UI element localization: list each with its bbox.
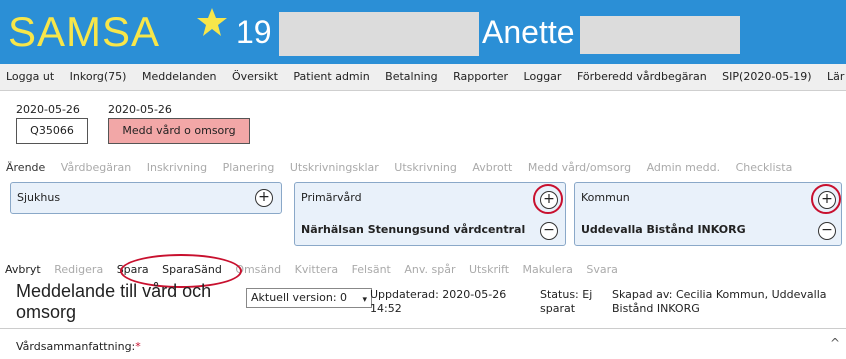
tab-arende[interactable]: Ärende	[0, 157, 51, 179]
summary-label-text: Vårdsammanfattning:	[16, 340, 136, 353]
created-by-info: Skapad av: Cecilia Kommun, Uddevalla Bis…	[612, 288, 827, 315]
tab-vardbegaran[interactable]: Vårdbegäran	[55, 157, 137, 179]
main-menu: Logga ut Inkorg(75) Meddelanden Översikt…	[0, 64, 846, 91]
kommun-panel: Kommun Uddevalla Bistånd INKORG + −	[574, 182, 842, 246]
app-logo: SAMSA	[8, 8, 161, 55]
case-id-card[interactable]: Q35066	[16, 118, 88, 144]
updated-info: Uppdaterad: 2020-05-26 14:52	[370, 288, 507, 315]
sjukhus-title: Sjukhus	[17, 191, 61, 204]
reply-button[interactable]: Svara	[581, 260, 623, 280]
void-button[interactable]: Makulera	[518, 260, 578, 280]
menu-item-rapporter[interactable]: Rapporter	[447, 64, 514, 90]
menu-item-forberedd-vardbegaran[interactable]: Förberedd vårdbegäran	[571, 64, 713, 90]
missent-button[interactable]: Felsänt	[347, 260, 396, 280]
menu-item-oversikt[interactable]: Översikt	[226, 64, 284, 90]
edit-button[interactable]: Redigera	[49, 260, 108, 280]
case-date: 2020-05-26	[16, 103, 80, 116]
version-select[interactable]: Aktuell version: 0 ▾	[246, 288, 372, 308]
star-icon[interactable]	[196, 6, 228, 38]
primarvard-title: Primärvård	[301, 191, 362, 204]
primarvard-unit: Närhälsan Stenungsund vårdcentral	[301, 223, 526, 236]
required-marker: *	[135, 340, 141, 353]
minus-circle-icon[interactable]: −	[540, 222, 558, 240]
tab-checklista[interactable]: Checklista	[730, 157, 799, 179]
kommun-title: Kommun	[581, 191, 630, 204]
tab-utskrivning[interactable]: Utskrivning	[388, 157, 463, 179]
redacted-block	[580, 16, 740, 54]
primarvard-panel: Primärvård Närhälsan Stenungsund vårdcen…	[294, 182, 566, 246]
tab-admin-medd[interactable]: Admin medd.	[641, 157, 727, 179]
user-trace-button[interactable]: Anv. spår	[399, 260, 460, 280]
version-select-value: Aktuell version: 0	[251, 291, 348, 304]
acknowledge-button[interactable]: Kvittera	[290, 260, 343, 280]
chevron-down-icon: ▾	[362, 295, 367, 305]
menu-item-logga-ut[interactable]: Logga ut	[0, 64, 60, 90]
annotation-ring	[533, 184, 563, 214]
app-header: SAMSA 19 Anette	[0, 0, 846, 64]
menu-item-meddelanden[interactable]: Meddelanden	[136, 64, 222, 90]
tab-utskrivningsklar[interactable]: Utskrivningsklar	[284, 157, 385, 179]
menu-item-patient-admin[interactable]: Patient admin	[287, 64, 375, 90]
menu-item-sip[interactable]: SIP(2020-05-19)	[716, 64, 817, 90]
divider	[0, 328, 846, 329]
annotation-ring	[811, 184, 841, 214]
sjukhus-panel: Sjukhus +	[10, 182, 282, 214]
cancel-button[interactable]: Avbryt	[0, 260, 46, 280]
case-tabs: Ärende Vårdbegäran Inskrivning Planering…	[0, 157, 846, 179]
kommun-unit: Uddevalla Bistånd INKORG	[581, 223, 746, 236]
menu-item-loggar[interactable]: Loggar	[518, 64, 568, 90]
summary-label: Vårdsammanfattning:*	[16, 340, 141, 353]
chevron-up-icon[interactable]: ^	[830, 336, 840, 350]
print-button[interactable]: Utskrift	[464, 260, 514, 280]
patient-number: 19	[236, 14, 272, 50]
redacted-block	[279, 12, 479, 56]
patient-name: Anette	[482, 14, 575, 50]
menu-item-betalning[interactable]: Betalning	[379, 64, 443, 90]
tab-planering[interactable]: Planering	[217, 157, 281, 179]
tab-inskrivning[interactable]: Inskrivning	[141, 157, 213, 179]
message-type-card[interactable]: Medd vård o omsorg	[108, 118, 250, 144]
tab-avbrott[interactable]: Avbrott	[466, 157, 518, 179]
message-date: 2020-05-26	[108, 103, 172, 116]
menu-item-lar[interactable]: Lär	[821, 64, 846, 90]
status-info: Status: Ej sparat	[540, 288, 593, 315]
plus-circle-icon[interactable]: +	[255, 189, 273, 207]
message-title: Meddelande till vård och omsorg	[16, 281, 212, 322]
minus-circle-icon[interactable]: −	[818, 222, 836, 240]
tab-medd-vard-omsorg[interactable]: Medd vård/omsorg	[522, 157, 637, 179]
menu-item-inkorg[interactable]: Inkorg(75)	[64, 64, 133, 90]
